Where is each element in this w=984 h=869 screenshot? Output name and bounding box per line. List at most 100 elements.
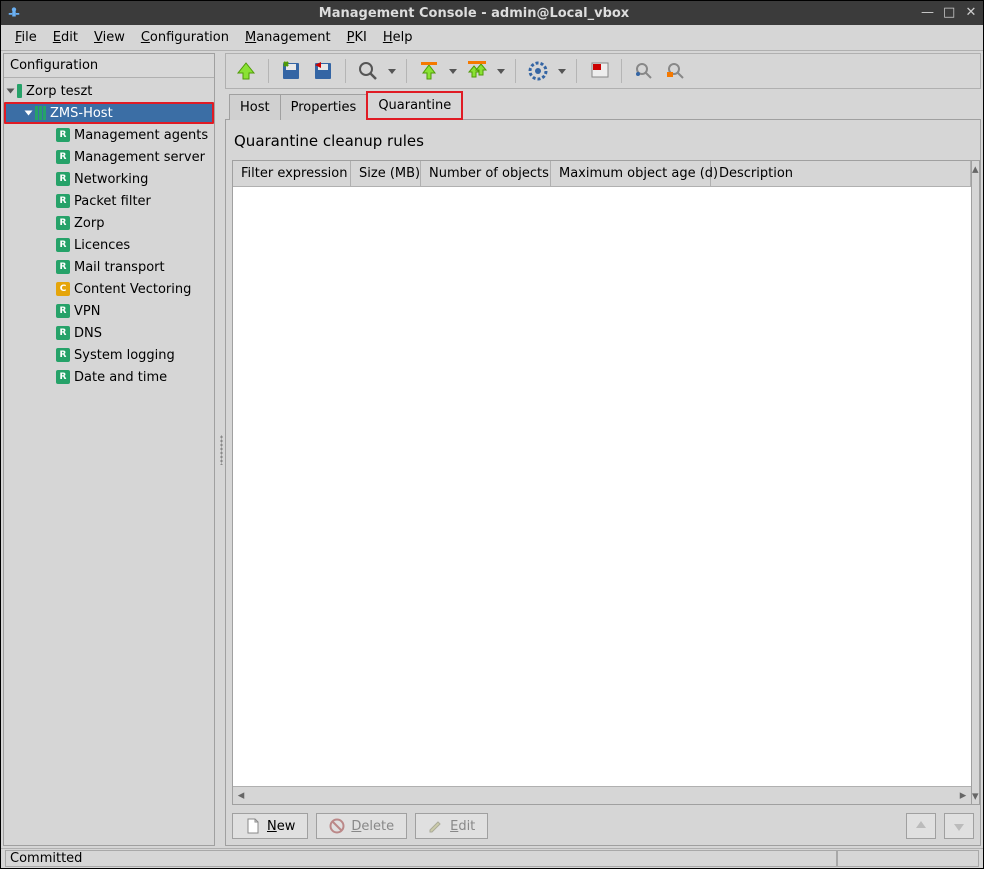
delete-icon: [329, 818, 345, 834]
sidebar-header: Configuration: [4, 54, 214, 78]
vscrollbar[interactable]: ▴ ▾: [972, 160, 980, 805]
status-spacer: [837, 850, 979, 867]
tree-item-label: Management agents: [74, 128, 208, 143]
tb-up[interactable]: [232, 57, 260, 85]
move-down-button[interactable]: [944, 813, 974, 839]
tab-properties[interactable]: Properties: [280, 94, 368, 120]
tree-item-label: Packet filter: [74, 194, 151, 209]
tab-host[interactable]: Host: [229, 94, 281, 120]
tree-item-management-agents[interactable]: RManagement agents: [4, 124, 214, 146]
edit-icon: [428, 818, 444, 834]
tree-item-licences[interactable]: R Licences: [4, 234, 214, 256]
tree-site-label: Zorp teszt: [26, 84, 92, 99]
tree-item-networking[interactable]: RNetworking: [4, 168, 214, 190]
site-icon: [17, 84, 22, 98]
tree-item-date-and-time[interactable]: R Date and time: [4, 366, 214, 388]
tree-item-label: DNS: [74, 326, 102, 341]
menu-pki[interactable]: PKI: [339, 28, 375, 47]
move-up-button[interactable]: [906, 813, 936, 839]
col-number-of-objects[interactable]: Number of objects: [421, 161, 551, 186]
tb-search[interactable]: [354, 57, 382, 85]
tb-save[interactable]: [277, 57, 305, 85]
badge-icon: R: [56, 304, 70, 318]
new-file-icon: [245, 818, 261, 834]
statusbar: Committed: [1, 848, 983, 868]
tree-site[interactable]: Zorp teszt: [4, 80, 214, 102]
tree-item-label: Date and time: [74, 370, 167, 385]
tree-item-label: VPN: [74, 304, 100, 319]
scroll-up-icon[interactable]: ▴: [972, 161, 979, 177]
tabbar: HostPropertiesQuarantine: [225, 91, 981, 120]
rules-table: Filter expressionSize (MB)Number of obje…: [232, 160, 972, 805]
tb-upload-dd[interactable]: [447, 57, 459, 85]
down-arrow-icon: [951, 818, 967, 834]
tree-item-management-server[interactable]: RManagement server: [4, 146, 214, 168]
tab-content: Quarantine cleanup rules Filter expressi…: [225, 119, 981, 846]
scroll-left-icon[interactable]: ◂: [233, 788, 249, 803]
tree-item-system-logging[interactable]: RSystem logging: [4, 344, 214, 366]
badge-icon: R: [56, 194, 70, 208]
hscrollbar[interactable]: ◂ ▸: [233, 786, 971, 804]
tb-upload-multi[interactable]: [463, 57, 491, 85]
edit-button[interactable]: Edit: [415, 813, 488, 839]
badge-icon: R: [56, 260, 70, 274]
col-description[interactable]: Description: [711, 161, 971, 186]
minimize-button[interactable]: —: [921, 7, 933, 19]
maximize-button[interactable]: □: [943, 7, 955, 19]
tb-zoom2[interactable]: [662, 57, 690, 85]
window-title: Management Console - admin@Local_vbox: [27, 6, 921, 21]
table-body: [233, 187, 971, 786]
menu-file[interactable]: File: [7, 28, 45, 47]
tree-item-dns[interactable]: R DNS: [4, 322, 214, 344]
tb-settings-dd[interactable]: [556, 57, 568, 85]
status-text: Committed: [5, 850, 837, 867]
tree-item-zorp[interactable]: R Zorp: [4, 212, 214, 234]
tb-revert[interactable]: [309, 57, 337, 85]
tb-flag[interactable]: [585, 57, 613, 85]
tree-host-label: ZMS-Host: [50, 106, 113, 121]
delete-button[interactable]: Delete: [316, 813, 407, 839]
tree-host[interactable]: ZMS-Host: [4, 102, 214, 124]
tb-zoom1[interactable]: [630, 57, 658, 85]
menu-configuration[interactable]: Configuration: [133, 28, 237, 47]
menu-management[interactable]: Management: [237, 28, 339, 47]
expand-icon: [7, 89, 15, 94]
tree-item-vpn[interactable]: R VPN: [4, 300, 214, 322]
toolbar: [225, 53, 981, 89]
tb-settings[interactable]: [524, 57, 552, 85]
scroll-down-icon[interactable]: ▾: [972, 788, 979, 804]
config-tree: Zorp teszt ZMS-Host RManagement agentsRM…: [4, 78, 214, 845]
splitter[interactable]: [217, 51, 225, 848]
tree-item-label: Licences: [74, 238, 130, 253]
titlebar: Management Console - admin@Local_vbox — …: [1, 1, 983, 25]
badge-icon: R: [56, 238, 70, 252]
host-icon: [35, 106, 46, 120]
badge-icon: R: [56, 216, 70, 230]
tree-item-content-vectoring[interactable]: CContent Vectoring: [4, 278, 214, 300]
tb-upload[interactable]: [415, 57, 443, 85]
col-maximum-object-age-d-[interactable]: Maximum object age (d): [551, 161, 711, 186]
badge-icon: R: [56, 150, 70, 164]
tab-quarantine[interactable]: Quarantine: [366, 91, 463, 120]
tree-item-label: Zorp: [74, 216, 104, 231]
badge-icon: R: [56, 326, 70, 340]
expand-icon: [25, 111, 33, 116]
tree-item-label: System logging: [74, 348, 175, 363]
menu-view[interactable]: View: [86, 28, 133, 47]
tree-item-mail-transport[interactable]: R Mail transport: [4, 256, 214, 278]
tree-item-label: Mail transport: [74, 260, 165, 275]
tb-upload-multi-dd[interactable]: [495, 57, 507, 85]
up-arrow-icon: [913, 818, 929, 834]
menu-edit[interactable]: Edit: [45, 28, 86, 47]
close-button[interactable]: ✕: [965, 7, 977, 19]
new-button[interactable]: NNewew: [232, 813, 308, 839]
col-filter-expression[interactable]: Filter expression: [233, 161, 351, 186]
page-title: Quarantine cleanup rules: [234, 132, 972, 150]
tree-item-packet-filter[interactable]: R Packet filter: [4, 190, 214, 212]
badge-icon: R: [56, 370, 70, 384]
tb-search-dd[interactable]: [386, 57, 398, 85]
sidebar: Configuration Zorp teszt ZMS-Host RManag…: [3, 53, 215, 846]
scroll-right-icon[interactable]: ▸: [955, 788, 971, 803]
menu-help[interactable]: Help: [375, 28, 421, 47]
col-size-mb-[interactable]: Size (MB): [351, 161, 421, 186]
